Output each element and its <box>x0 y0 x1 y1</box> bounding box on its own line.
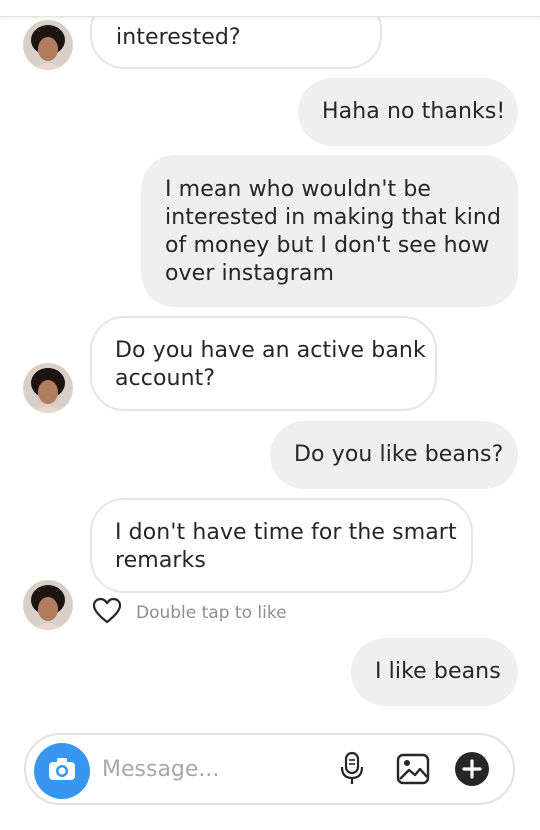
double-tap-hint: Double tap to like <box>136 603 287 623</box>
chat-header-edge <box>0 0 540 17</box>
heart-icon[interactable] <box>92 597 122 629</box>
message-line: Do you have an active bank <box>115 338 426 363</box>
outgoing-message[interactable]: Haha no thanks! <box>298 78 518 146</box>
message-line: Do you like beans? <box>294 442 504 467</box>
message-line: I mean who wouldn't be <box>165 177 432 202</box>
message-input[interactable] <box>102 751 322 787</box>
incoming-message[interactable]: I don't have time for the smart remarks <box>90 498 473 593</box>
avatar[interactable] <box>23 580 73 630</box>
message-line: I like beans <box>375 659 501 684</box>
message-line: I don't have time for the smart <box>115 520 457 545</box>
avatar[interactable] <box>23 20 73 70</box>
avatar[interactable] <box>23 363 73 413</box>
gallery-icon <box>396 753 430 789</box>
outgoing-message[interactable]: Do you like beans? <box>270 421 518 489</box>
message-line: account? <box>115 366 216 391</box>
message-line: remarks <box>115 548 206 573</box>
outgoing-message[interactable]: I mean who wouldn't be interested in mak… <box>141 155 518 307</box>
message-line: Haha no thanks! <box>322 99 506 124</box>
camera-icon <box>47 756 77 786</box>
message-line: interested in making that kind <box>165 205 502 230</box>
outgoing-message[interactable]: I like beans <box>351 638 518 706</box>
like-row: Double tap to like <box>92 597 287 629</box>
voice-button[interactable] <box>334 751 370 791</box>
add-icon <box>454 751 490 791</box>
microphone-icon <box>339 751 365 791</box>
gallery-button[interactable] <box>395 753 431 789</box>
message-line: interested? <box>116 25 241 50</box>
incoming-message[interactable]: Do you have an active bank account? <box>90 316 437 411</box>
message-line: of money but I don't see how <box>165 233 490 258</box>
message-composer <box>24 733 515 805</box>
camera-button[interactable] <box>34 743 90 799</box>
message-line: over instagram <box>165 261 334 286</box>
add-button[interactable] <box>454 751 490 791</box>
